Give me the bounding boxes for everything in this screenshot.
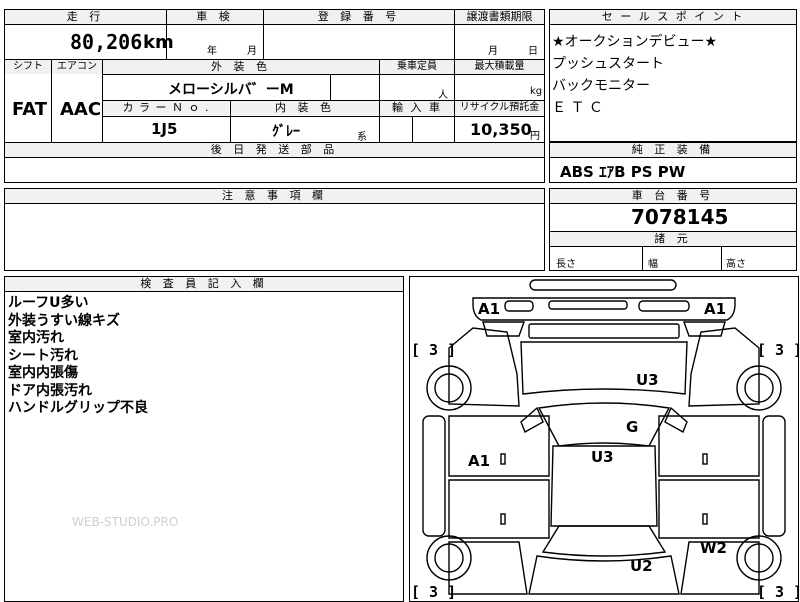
width-label: 幅 — [648, 259, 658, 270]
inspector-note-item: 室内内張傷 — [8, 365, 78, 381]
registration-header: 登 録 番 号 — [264, 10, 454, 24]
transfer-month: 月 — [488, 46, 498, 57]
inspector-header: 検 査 員 記 入 欄 — [5, 277, 403, 291]
transfer-deadline-header: 譲渡書類期限 — [455, 10, 544, 24]
color-no-value: 1J5 — [151, 120, 178, 138]
interior-color-header: 内 装 色 — [231, 101, 379, 115]
shift-header: シフト — [5, 60, 51, 74]
standard-equipment-value: ABS ｴｱB PS PW — [560, 163, 686, 181]
mileage-unit: km — [143, 32, 174, 53]
exterior-color-header: 外 装 色 — [103, 60, 379, 74]
recycle-header: リサイクル預託金 — [455, 101, 544, 115]
import-header: 輸 入 車 — [380, 101, 454, 115]
tire-rear-left: [ 3 ] — [411, 583, 457, 601]
sales-point-item: プッシュスタート — [552, 56, 664, 72]
sales-point-header: セ ー ル ス ポ イ ン ト — [550, 10, 796, 24]
dimensions-header: 諸 元 — [550, 232, 796, 246]
sales-point-item: Ｅ Ｔ Ｃ — [552, 100, 603, 116]
inspector-note-item: シート汚れ — [8, 347, 78, 364]
color-no-header: カ ラ ー Ｎ ｏ . — [103, 101, 229, 115]
max-load-header: 最大積載量 — [455, 60, 544, 74]
max-load-unit: kg — [530, 86, 543, 97]
aircon-header: エアコン — [52, 60, 102, 74]
exterior-color-value: メローシルバ゛ーM — [168, 82, 294, 98]
watermark: WEB-STUDIO.PRO — [72, 515, 179, 529]
car-diagram — [422, 279, 786, 595]
notes-header: 注 意 事 項 欄 — [5, 189, 544, 203]
mileage-header: 走 行 — [5, 10, 166, 24]
mark-trunk: U2 — [630, 557, 653, 575]
shift-value: FAT — [12, 99, 48, 120]
standard-equipment-header: 純 正 装 備 — [550, 143, 796, 157]
tire-rear-right: [ 3 ] — [757, 583, 800, 601]
inspector-note-item: ルーフU多い — [8, 295, 89, 311]
inspector-note-item: ハンドルグリップ不良 — [8, 400, 148, 416]
mark-windshield: G — [626, 418, 639, 436]
tire-front-right: [ 3 ] — [757, 341, 800, 359]
sales-point-list: ★オークションデビュー★ プッシュスタート バックモニター Ｅ Ｔ Ｃ — [552, 31, 717, 119]
recycle-unit: 円 — [530, 131, 540, 142]
mark-rear-right: W2 — [700, 539, 727, 557]
inspection-header: 車 検 — [167, 10, 263, 24]
chassis-no-value: 7078145 — [631, 205, 729, 229]
transfer-day: 日 — [528, 46, 538, 57]
mark-roof: U3 — [591, 448, 614, 466]
inspection-month: 月 — [247, 46, 257, 57]
mark-front-left: A1 — [478, 300, 501, 318]
inspector-note-item: 室内汚れ — [8, 330, 64, 346]
inspector-note-item: 外装うすい線キズ — [8, 312, 120, 329]
aircon-value: AAC — [60, 99, 102, 120]
mark-hood: U3 — [636, 371, 659, 389]
mark-door-left: A1 — [468, 452, 491, 470]
mark-front-right: A1 — [704, 300, 727, 318]
sales-point-item: ★オークションデビュー★ — [552, 34, 718, 50]
interior-color-suffix: 系 — [357, 132, 367, 143]
tire-front-left: [ 3 ] — [411, 341, 457, 359]
interior-color-value: ｸﾞﾚｰ — [272, 124, 300, 140]
recycle-value: 10,350 — [470, 120, 532, 139]
sales-point-item: バックモニター — [552, 78, 650, 94]
mileage-number: 80,206 — [70, 30, 143, 54]
mileage-value: 80,206 — [70, 30, 142, 54]
height-label: 高さ — [726, 259, 746, 270]
inspector-note-item: ドア内張汚れ — [8, 382, 92, 399]
chassis-header: 車 台 番 号 — [550, 189, 796, 203]
capacity-header: 乗車定員 — [380, 60, 454, 74]
length-label: 長さ — [556, 259, 576, 270]
inspection-year: 年 — [207, 46, 217, 57]
later-parts-header: 後 日 発 送 部 品 — [5, 143, 544, 157]
capacity-unit: 人 — [438, 90, 448, 101]
inspector-notes-list: ルーフU多い 外装うすい線キズ 室内汚れ シート汚れ 室内内張傷 ドア内張汚れ … — [8, 295, 148, 418]
